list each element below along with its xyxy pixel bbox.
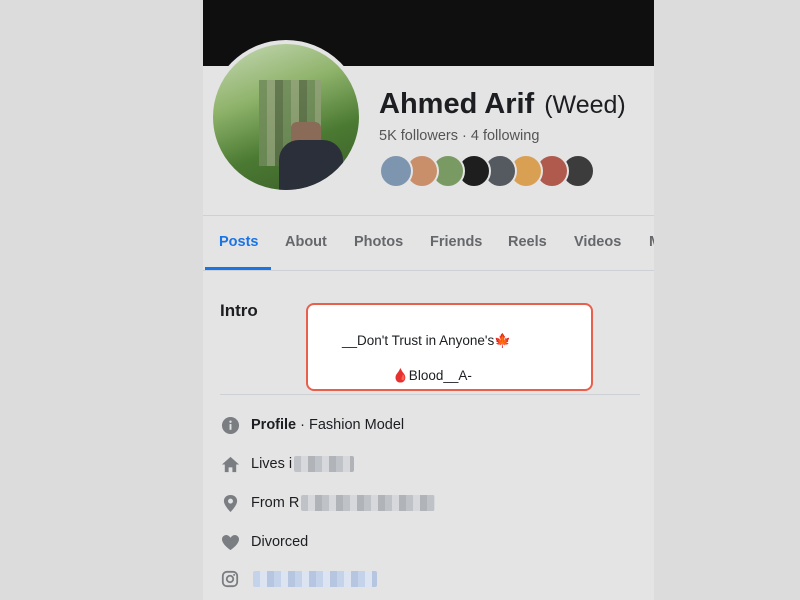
tab-about[interactable]: About (285, 234, 327, 250)
detail-profile-strong: Profile (251, 417, 297, 433)
detail-relationship-text: Divorced (251, 534, 309, 550)
home-icon (220, 454, 240, 474)
friend-avatar-1[interactable] (379, 154, 413, 188)
info-icon (220, 415, 240, 435)
detail-profile-text: · Fashion Model (296, 417, 405, 433)
tab-posts[interactable]: Posts (219, 234, 259, 250)
instagram-icon (220, 569, 240, 589)
location-pin-icon (220, 493, 240, 513)
profile-avatar[interactable] (209, 40, 363, 194)
profile-alternate-name: (Weed) (544, 91, 626, 119)
name-row: Ahmed Arif (Weed) (379, 88, 626, 121)
profile-tabs: Posts About Photos Friends Reels Videos … (203, 224, 654, 270)
intro-title: Intro (220, 301, 258, 320)
bio-box: __Don't Trust in Anyone's🍁 🩸Blood__A- (306, 303, 593, 391)
tab-reels[interactable]: Reels (508, 234, 547, 250)
followers-count[interactable]: 5K followers · 4 following (379, 128, 539, 144)
redacted-location (294, 456, 355, 472)
tabs-divider (203, 270, 654, 271)
intro-card: Intro __Don't Trust in Anyone's🍁 🩸Blood_… (205, 287, 654, 600)
intro-divider (220, 394, 640, 395)
detail-relationship: Divorced (220, 530, 308, 554)
tab-photos[interactable]: Photos (354, 234, 403, 250)
tab-videos[interactable]: Videos (574, 234, 621, 250)
detail-lives-in[interactable]: Lives i (220, 452, 355, 476)
header-divider (203, 215, 654, 216)
detail-from-text: From R (251, 495, 300, 511)
bio-line-1: __Don't Trust in Anyone's🍁 (342, 333, 512, 348)
profile-name: Ahmed Arif (379, 88, 535, 120)
avatar-body (279, 140, 343, 190)
tab-more[interactable]: M (649, 234, 654, 250)
tab-friends[interactable]: Friends (430, 234, 482, 250)
profile-page: Ahmed Arif (Weed) 5K followers · 4 follo… (203, 0, 654, 600)
heart-icon (220, 532, 240, 552)
bio-line-2: 🩸Blood__A- (392, 368, 472, 383)
detail-instagram[interactable] (220, 567, 377, 591)
redacted-hometown (301, 495, 436, 511)
detail-profile[interactable]: Profile · Fashion Model (220, 413, 404, 437)
detail-lives-in-text: Lives i (251, 456, 293, 472)
redacted-instagram-handle (253, 571, 377, 587)
detail-from[interactable]: From R (220, 491, 436, 515)
